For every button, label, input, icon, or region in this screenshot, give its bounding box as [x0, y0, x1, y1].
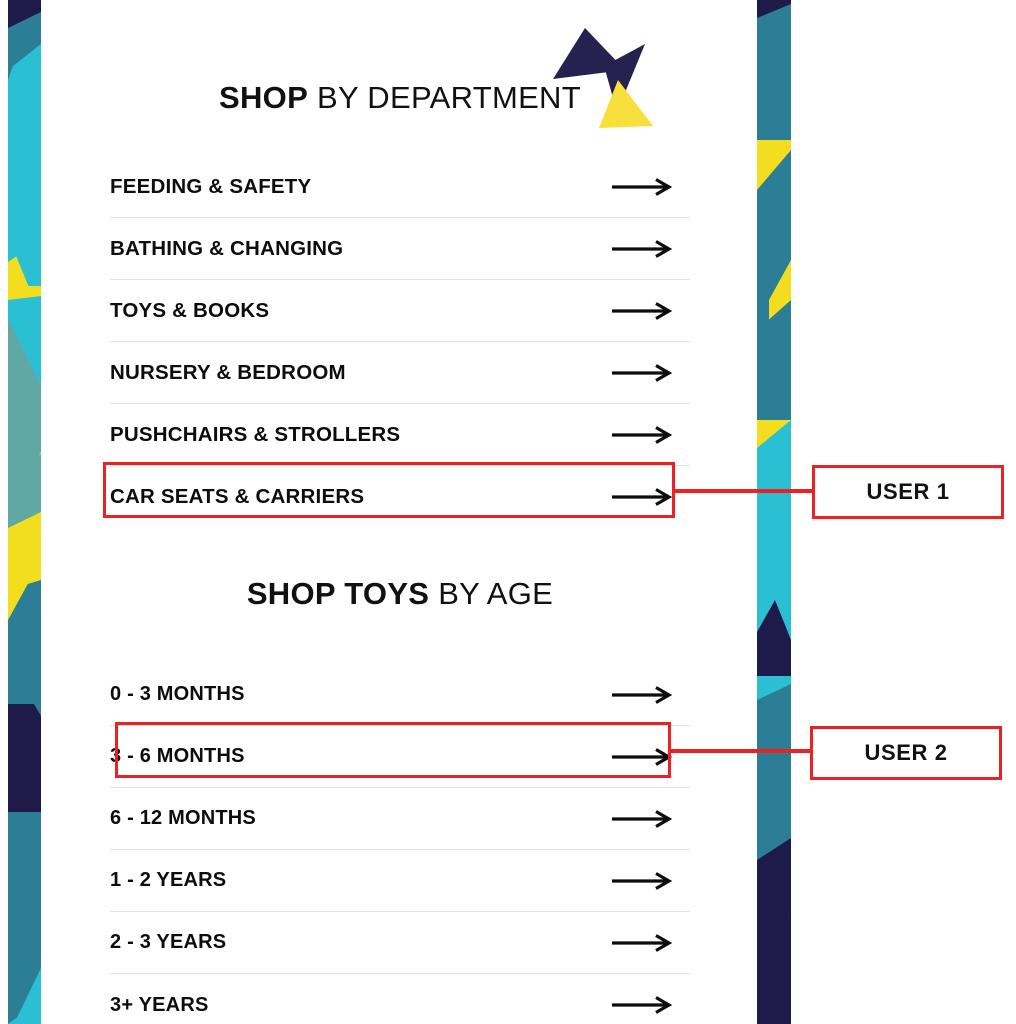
arrow-right-icon[interactable] — [612, 747, 674, 766]
arrow-right-icon[interactable] — [612, 809, 674, 828]
department-item-row[interactable]: BATHING & CHANGING — [110, 218, 690, 280]
age-menu-list: 0 - 3 MONTHS 3 - 6 MONTHS 6 - 12 MONTHS 1 -… — [110, 664, 690, 1024]
arrow-right-icon[interactable] — [612, 996, 674, 1014]
age-item-row[interactable]: 6 - 12 MONTHS — [110, 788, 690, 850]
shop-by-department-heading: SHOP BY DEPARTMENT — [110, 80, 690, 116]
department-item-label: BATHING & CHANGING — [110, 236, 344, 260]
arrow-right-icon[interactable] — [612, 363, 674, 382]
arrow-right-icon[interactable] — [612, 685, 674, 704]
annotation-label-user-1: USER 1 — [812, 465, 1004, 519]
arrow-right-icon[interactable] — [612, 239, 674, 258]
left-band-pattern — [8, 0, 41, 1024]
age-item-label: 1 - 2 YEARS — [110, 869, 227, 891]
department-item-label: CAR SEATS & CARRIERS — [110, 485, 365, 508]
age-item-row[interactable]: 3 - 6 MONTHS — [110, 726, 690, 788]
age-item-label: 3+ YEARS — [110, 993, 209, 1016]
department-item-row[interactable]: CAR SEATS & CARRIERS — [110, 466, 690, 528]
department-item-row[interactable]: PUSHCHAIRS & STROLLERS — [110, 404, 690, 466]
left-decorative-band — [8, 0, 41, 1024]
department-item-label: PUSHCHAIRS & STROLLERS — [110, 422, 401, 446]
department-item-row[interactable]: NURSERY & BEDROOM — [110, 342, 690, 404]
arrow-right-icon[interactable] — [612, 425, 674, 444]
heading-strong-text: SHOP — [219, 80, 309, 115]
heading-light-text: BY DEPARTMENT — [308, 80, 581, 115]
department-item-row[interactable]: FEEDING & SAFETY — [110, 156, 690, 218]
department-item-row[interactable]: TOYS & BOOKS — [110, 280, 690, 342]
heading-light-text: BY AGE — [429, 576, 554, 611]
arrow-right-icon[interactable] — [612, 488, 674, 506]
age-item-label: 6 - 12 MONTHS — [110, 807, 256, 829]
page-root: SHOP BY DEPARTMENT FEEDING & SAFETY BATHI… — [0, 0, 1016, 1024]
age-item-row[interactable]: 0 - 3 MONTHS — [110, 664, 690, 726]
shop-toys-by-age-heading: SHOP TOYS BY AGE — [110, 576, 690, 612]
arrow-right-icon[interactable] — [612, 177, 674, 196]
department-menu-list: FEEDING & SAFETY BATHING & CHANGING TOYS &… — [110, 156, 690, 528]
age-item-row[interactable]: 2 - 3 YEARS — [110, 912, 690, 974]
arrow-right-icon[interactable] — [612, 933, 674, 952]
department-item-label: TOYS & BOOKS — [110, 298, 270, 322]
annotation-connector-user-2 — [668, 749, 816, 753]
department-item-label: FEEDING & SAFETY — [110, 174, 312, 198]
age-item-label: 0 - 3 MONTHS — [110, 683, 245, 705]
arrow-right-icon[interactable] — [612, 301, 674, 320]
heading-strong-text: SHOP TOYS — [246, 576, 430, 611]
department-item-label: NURSERY & BEDROOM — [110, 360, 346, 384]
annotation-label-user-2: USER 2 — [810, 726, 1002, 780]
annotation-connector-user-1 — [672, 489, 820, 493]
arrow-right-icon[interactable] — [612, 871, 674, 890]
age-item-label: 3 - 6 MONTHS — [110, 745, 245, 767]
right-band-pattern — [757, 0, 791, 1024]
menu-column: SHOP BY DEPARTMENT FEEDING & SAFETY BATHI… — [110, 0, 690, 1024]
age-item-label: 2 - 3 YEARS — [110, 931, 227, 953]
right-decorative-band — [757, 0, 791, 1024]
age-item-row[interactable]: 3+ YEARS — [110, 974, 690, 1024]
age-item-row[interactable]: 1 - 2 YEARS — [110, 850, 690, 912]
